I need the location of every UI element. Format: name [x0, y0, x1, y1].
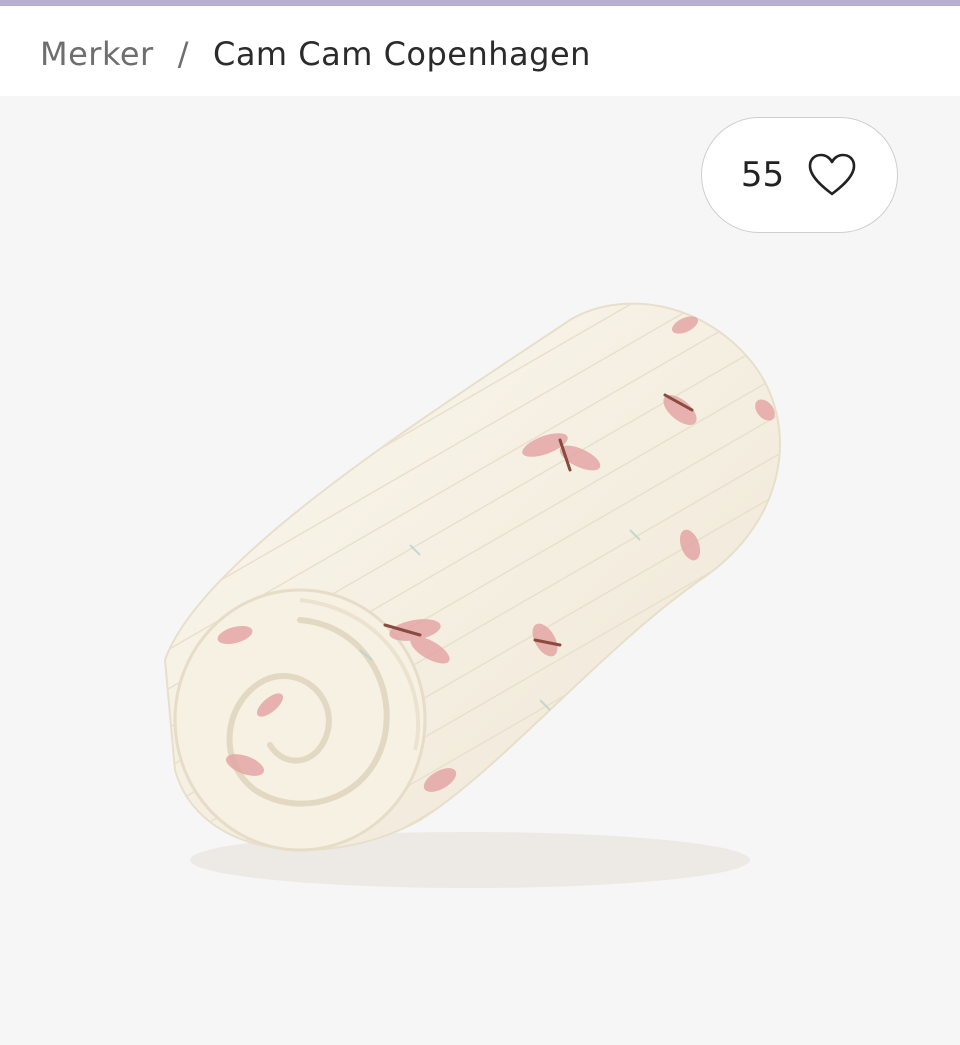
favorite-count: 55 [740, 155, 785, 195]
breadcrumb-current-brand: Cam Cam Copenhagen [212, 35, 591, 73]
product-image-area[interactable] [0, 96, 960, 1045]
breadcrumb-separator: / [177, 35, 189, 73]
top-accent-bar [0, 0, 960, 6]
product-image [163, 302, 781, 888]
breadcrumb-link-merker[interactable]: Merker [40, 35, 154, 73]
favorite-button[interactable]: 55 [701, 117, 898, 233]
breadcrumb: Merker / Cam Cam Copenhagen [40, 34, 591, 74]
heart-outline-icon [808, 153, 856, 196]
